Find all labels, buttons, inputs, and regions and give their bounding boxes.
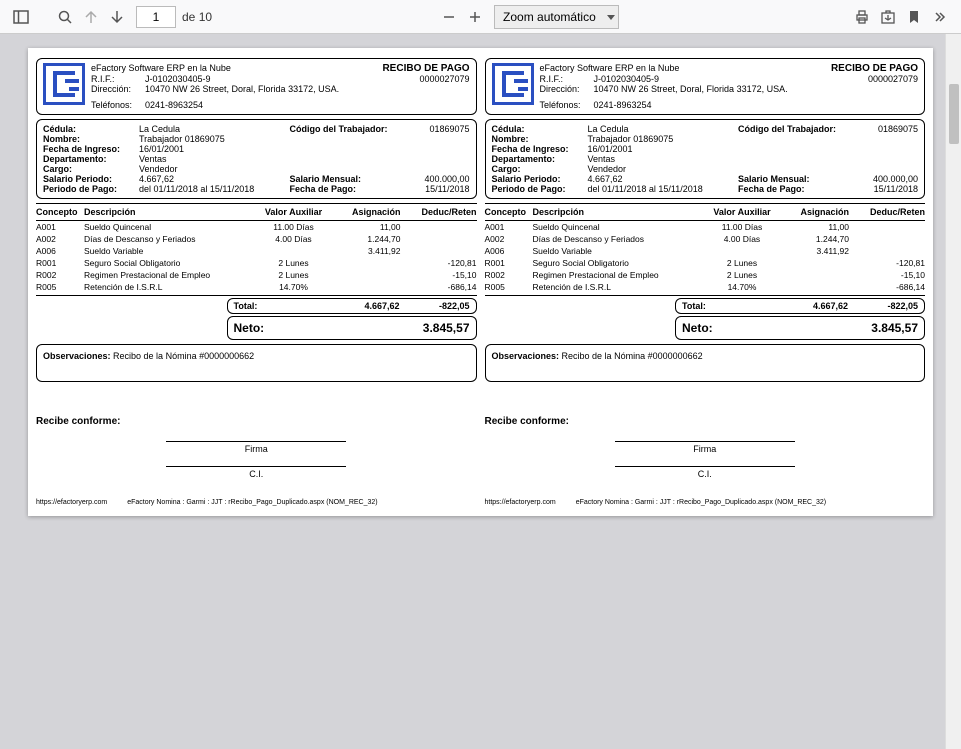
document-area: eFactory Software ERP en la NubeRECIBO D… [0, 34, 961, 749]
table-row: A006Sueldo Variable3.411,92 [485, 245, 926, 257]
zoom-select[interactable]: Zoom automático [494, 5, 619, 29]
neto-row: Neto:3.845,57 [675, 316, 925, 340]
vertical-scrollbar[interactable] [945, 34, 961, 749]
observations: Observaciones: Recibo de la Nómina #0000… [36, 344, 477, 382]
table-header: ConceptoDescripciónValor AuxiliarAsignac… [485, 203, 926, 221]
table-row: A001Sueldo Quincenal11.00 Días11,00 [36, 221, 477, 233]
open-icon[interactable] [879, 8, 897, 26]
company-header: eFactory Software ERP en la NubeRECIBO D… [485, 58, 926, 115]
employee-info: Cédula:La CedulaCódigo del Trabajador:01… [36, 119, 477, 199]
scrollbar-thumb[interactable] [949, 84, 959, 144]
table-row: R002Regimen Prestacional de Empleo2 Lune… [36, 269, 477, 281]
page-number-input[interactable] [136, 6, 176, 28]
prev-page-icon[interactable] [82, 8, 100, 26]
receipt-right: eFactory Software ERP en la NubeRECIBO D… [485, 58, 926, 506]
bookmark-icon[interactable] [905, 8, 923, 26]
neto-row: Neto:3.845,57 [227, 316, 477, 340]
company-header: eFactory Software ERP en la NubeRECIBO D… [36, 58, 477, 115]
pdf-page: eFactory Software ERP en la NubeRECIBO D… [28, 48, 933, 516]
table-header: ConceptoDescripciónValor AuxiliarAsignac… [36, 203, 477, 221]
table-row: A002Días de Descanso y Feriados4.00 Días… [485, 233, 926, 245]
observations: Observaciones: Recibo de la Nómina #0000… [485, 344, 926, 382]
page-of-label: de 10 [182, 10, 212, 24]
table-row: R005Retención de I.S.R.L14.70%-686,14 [485, 281, 926, 296]
tools-icon[interactable] [931, 8, 949, 26]
company-logo [492, 63, 534, 105]
table-row: R002Regimen Prestacional de Empleo2 Lune… [485, 269, 926, 281]
company-logo [43, 63, 85, 105]
page-footer: https://efactoryerp.comeFactory Nomina :… [485, 499, 926, 506]
table-row: R001Seguro Social Obligatorio2 Lunes-120… [36, 257, 477, 269]
total-row: Total:4.667,62-822,05 [227, 298, 477, 314]
search-icon[interactable] [56, 8, 74, 26]
sidebar-toggle-icon[interactable] [12, 8, 30, 26]
page-footer: https://efactoryerp.comeFactory Nomina :… [36, 499, 477, 506]
table-row: A001Sueldo Quincenal11.00 Días11,00 [485, 221, 926, 233]
total-row: Total:4.667,62-822,05 [675, 298, 925, 314]
table-row: R005Retención de I.S.R.L14.70%-686,14 [36, 281, 477, 296]
table-row: A006Sueldo Variable3.411,92 [36, 245, 477, 257]
print-icon[interactable] [853, 8, 871, 26]
table-row: R001Seguro Social Obligatorio2 Lunes-120… [485, 257, 926, 269]
zoom-out-icon[interactable] [440, 8, 458, 26]
signature-block: Recibe conforme: Firma C.I. [485, 416, 926, 491]
table-row: A002Días de Descanso y Feriados4.00 Días… [36, 233, 477, 245]
signature-block: Recibe conforme: Firma C.I. [36, 416, 477, 491]
employee-info: Cédula:La CedulaCódigo del Trabajador:01… [485, 119, 926, 199]
receipt-left: eFactory Software ERP en la NubeRECIBO D… [36, 58, 477, 506]
zoom-in-icon[interactable] [466, 8, 484, 26]
next-page-icon[interactable] [108, 8, 126, 26]
pdf-toolbar: de 10 Zoom automático [0, 0, 961, 34]
